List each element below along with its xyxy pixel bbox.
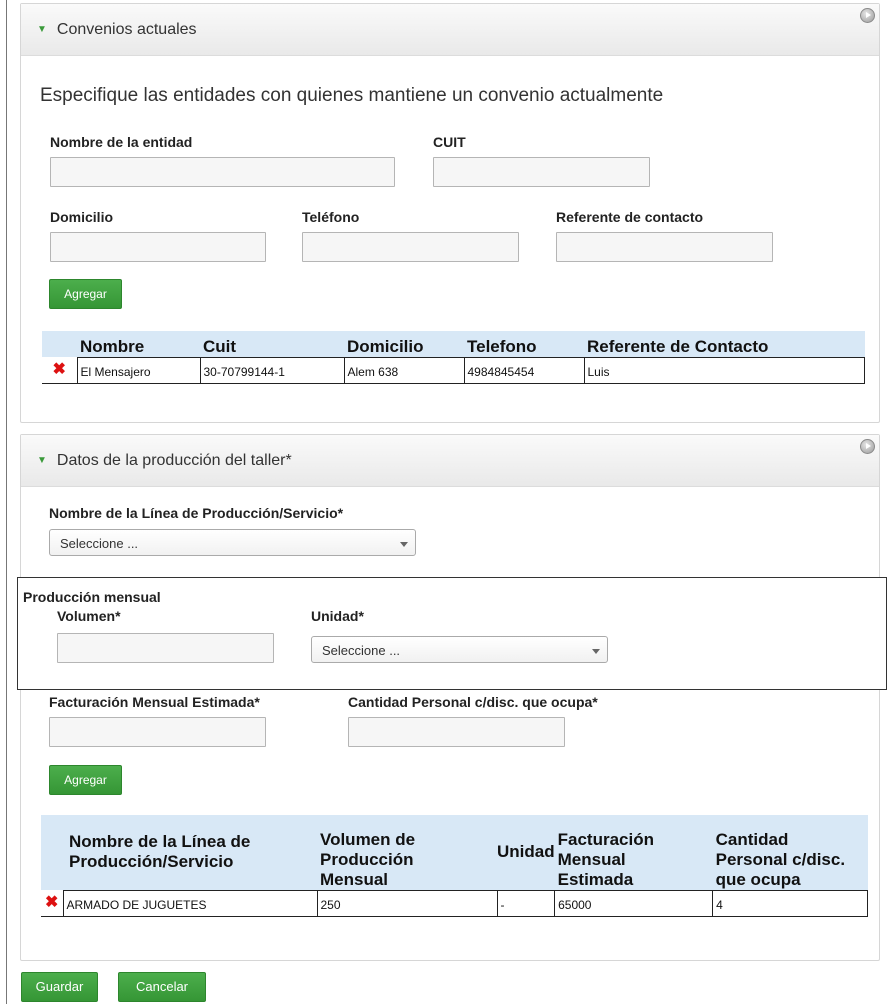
cuit-input[interactable] <box>433 157 650 187</box>
delete-x-icon[interactable]: ✖ <box>53 361 66 378</box>
produccion-mensual-label: Producción mensual <box>23 589 161 605</box>
panel-convenios-header[interactable]: ▼ Convenios actuales <box>21 4 879 56</box>
header-line: Volumen de <box>320 829 416 849</box>
table-cell: 4 <box>712 889 868 917</box>
cantidad-personal-label: Cantidad Personal c/disc. que ocupa* <box>348 694 598 710</box>
table-header: Referente de Contacto <box>584 331 865 357</box>
domicilio-label: Domicilio <box>50 209 114 225</box>
unidad-label: Unidad* <box>311 608 364 624</box>
panel-produccion-title: ▼ Datos de la producción del taller* <box>37 452 292 470</box>
table-cell: 30-70799144-1 <box>199 356 345 384</box>
table-cell: Luis <box>583 356 865 384</box>
collapse-triangle-icon: ▼ <box>37 24 47 35</box>
agregar-produccion-button[interactable]: Agregar <box>49 765 122 795</box>
header-line: Unidad <box>497 842 555 862</box>
header-line: Producción/Servicio <box>69 852 234 872</box>
collapse-triangle-icon: ▼ <box>37 455 47 466</box>
cuit-label: CUIT <box>433 134 466 150</box>
panel-convenios-title-text: Convenios actuales <box>56 21 197 38</box>
table-cell: 4984845454 <box>463 356 585 384</box>
header-line: Producción <box>320 849 414 869</box>
referente-label: Referente de contacto <box>556 209 704 225</box>
header-line: que ocupa <box>715 869 801 889</box>
telefono-label: Teléfono <box>302 209 360 225</box>
agregar-convenio-button[interactable]: Agregar <box>49 279 122 309</box>
volumen-label: Volumen* <box>57 608 121 624</box>
table-cell: - <box>496 889 556 917</box>
delete-x-icon[interactable]: ✖ <box>45 894 58 911</box>
chevron-down-icon <box>400 542 408 547</box>
table-cell: Alem 638 <box>343 356 465 384</box>
linea-produccion-select[interactable]: Seleccione ... <box>49 529 416 556</box>
guardar-button[interactable]: Guardar <box>21 972 98 1002</box>
produccion-table: Nombre de la Línea de Producción/Servici… <box>41 815 868 917</box>
panel-convenios: ▼ Convenios actuales Especifique las enti… <box>20 3 880 423</box>
table-cell: 250 <box>316 889 498 917</box>
volumen-input[interactable] <box>57 633 274 663</box>
table-cell: ARMADO DE JUGUETES <box>62 889 318 917</box>
table-header-spacer <box>42 331 77 357</box>
table-cell: 65000 <box>554 889 714 917</box>
convenios-subtitle: Especifique las entidades con quienes ma… <box>40 85 664 106</box>
chevron-down-icon <box>592 649 600 654</box>
facturacion-label: Facturación Mensual Estimada* <box>49 694 260 710</box>
telefono-input[interactable] <box>302 232 519 262</box>
table-header: Cuit <box>200 331 344 357</box>
delete-row-cell: ✖ <box>42 357 77 384</box>
header-line: Personal c/disc. <box>715 849 846 869</box>
table-header: Nombre de la Línea de Producción/Servici… <box>63 815 317 890</box>
table-cell: El Mensajero <box>76 356 201 384</box>
table-header: Nombre <box>77 331 200 357</box>
header-line: Estimada <box>557 869 634 889</box>
left-border <box>6 0 7 1004</box>
header-line: Mensual <box>320 869 389 889</box>
table-header: Domicilio <box>344 331 464 357</box>
produccion-table-header: Nombre de la Línea de Producción/Servici… <box>41 815 868 890</box>
header-line: Mensual <box>557 849 626 869</box>
pin-icon[interactable] <box>860 439 875 454</box>
convenios-table: Nombre Cuit Domicilio Telefono Referente… <box>42 331 865 384</box>
cantidad-personal-input[interactable] <box>348 717 565 747</box>
convenios-table-header: Nombre Cuit Domicilio Telefono Referente… <box>42 331 865 357</box>
linea-produccion-select-value: Seleccione ... <box>60 536 139 551</box>
panel-produccion-header[interactable]: ▼ Datos de la producción del taller* <box>21 435 879 487</box>
facturacion-input[interactable] <box>49 717 266 747</box>
cancelar-button[interactable]: Cancelar <box>118 972 206 1002</box>
table-header-spacer <box>41 815 63 890</box>
table-header: Cantidad Personal c/disc. que ocupa <box>712 815 868 890</box>
pin-icon[interactable] <box>860 8 875 23</box>
referente-input[interactable] <box>556 232 773 262</box>
unidad-select[interactable]: Seleccione ... <box>311 636 608 663</box>
header-line: Facturación <box>557 829 654 849</box>
panel-produccion-title-text: Datos de la producción del taller* <box>56 452 292 469</box>
delete-row-cell: ✖ <box>41 890 63 917</box>
domicilio-input[interactable] <box>50 232 266 262</box>
table-header: Telefono <box>464 331 584 357</box>
table-header: Volumen de Producción Mensual <box>317 815 497 890</box>
table-row: ✖ ARMADO DE JUGUETES 250 - 65000 4 <box>41 889 868 917</box>
nombre-entidad-label: Nombre de la entidad <box>50 134 193 150</box>
linea-produccion-label: Nombre de la Línea de Producción/Servici… <box>49 505 344 521</box>
nombre-entidad-input[interactable] <box>50 157 395 187</box>
table-header: Facturación Mensual Estimada <box>554 815 713 890</box>
panel-convenios-title: ▼ Convenios actuales <box>37 21 197 39</box>
table-header: Unidad <box>497 815 555 890</box>
header-line: Cantidad <box>715 829 789 849</box>
unidad-select-value: Seleccione ... <box>322 643 401 658</box>
header-line: Nombre de la Línea de <box>69 832 251 852</box>
table-row: ✖ El Mensajero 30-70799144-1 Alem 638 49… <box>42 356 865 384</box>
